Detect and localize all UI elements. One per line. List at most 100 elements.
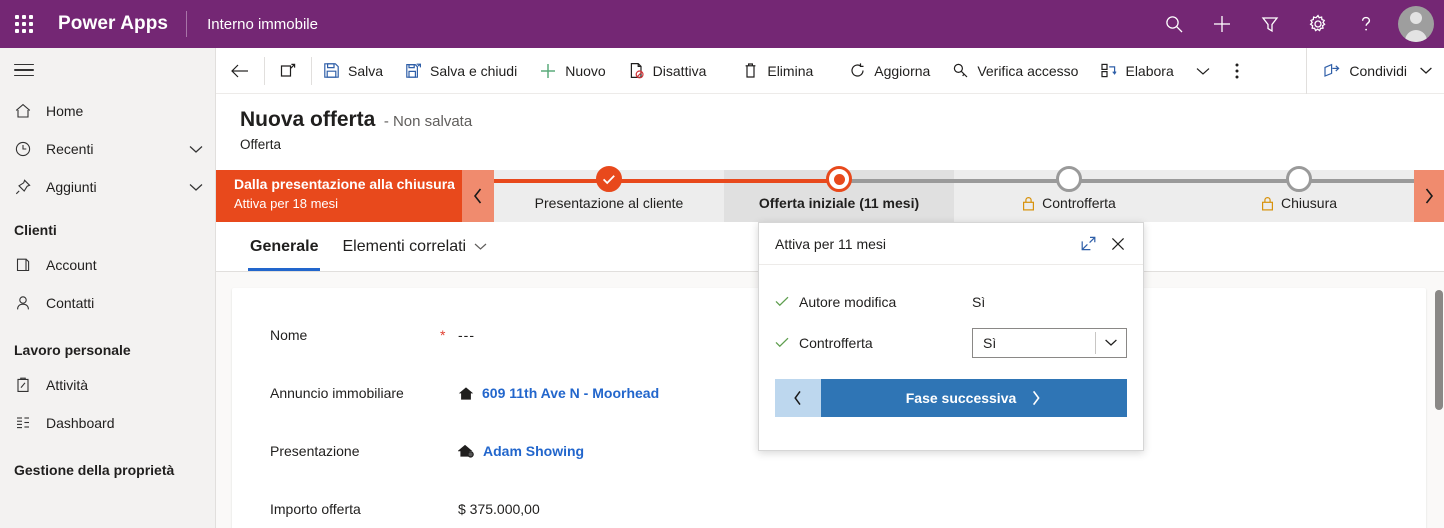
sidebar-item-label: Dashboard xyxy=(46,415,115,431)
stage-flyout-panel: Attiva per 11 mesi Autore modifica Sì Co… xyxy=(758,222,1144,451)
flyout-field-label: Controfferta xyxy=(799,334,873,351)
command-label: Elabora xyxy=(1125,62,1174,79)
field-label: Importo offerta xyxy=(270,501,361,517)
page-title-row: Nuova offerta - Non salvata xyxy=(240,108,1444,132)
process-stage-presentazione[interactable]: Presentazione al cliente xyxy=(494,166,724,222)
lock-icon xyxy=(1022,196,1035,211)
field-value[interactable]: --- xyxy=(458,327,475,343)
sidebar-item-home[interactable]: Home xyxy=(0,92,215,130)
process-chevron-button[interactable] xyxy=(1185,49,1221,93)
more-vertical-icon xyxy=(1235,62,1239,80)
share-button[interactable]: Condividi xyxy=(1307,49,1444,93)
chevron-down-icon[interactable] xyxy=(187,143,205,155)
hamburger-menu-icon[interactable] xyxy=(0,48,215,92)
field-value-link[interactable]: Adam Showing xyxy=(458,443,584,459)
task-icon xyxy=(14,376,40,394)
save-close-icon xyxy=(405,62,422,79)
sidebar-item-aggiunti[interactable]: Aggiunti xyxy=(0,168,215,206)
app-launcher-icon[interactable] xyxy=(0,0,48,48)
field-value-text: Adam Showing xyxy=(483,443,585,459)
process-stage-controfferta[interactable]: Controfferta xyxy=(954,166,1184,222)
popout-icon xyxy=(279,62,297,80)
process-flow-next-button[interactable] xyxy=(1414,170,1444,222)
help-icon[interactable] xyxy=(1342,0,1390,48)
lock-icon xyxy=(1261,196,1274,211)
share-icon xyxy=(1323,62,1341,79)
sidebar-group-gestione: Gestione della proprietà xyxy=(14,462,175,478)
key-icon xyxy=(952,62,969,79)
flyout-field-value[interactable]: Sì xyxy=(972,294,1127,310)
clock-icon xyxy=(14,140,40,158)
chevron-down-icon xyxy=(1195,66,1211,76)
page-save-status: - Non salvata xyxy=(383,113,473,130)
command-label: Salva e chiudi xyxy=(430,62,518,79)
flyout-row-controfferta: Controfferta Sì xyxy=(775,322,1127,363)
tab-label: Generale xyxy=(250,237,319,255)
process-flow-header[interactable]: Dalla presentazione alla chiusura Attiva… xyxy=(216,170,462,222)
stage-node-completed xyxy=(596,166,622,192)
command-label: Verifica accesso xyxy=(977,62,1079,79)
flyout-back-button[interactable] xyxy=(775,379,821,417)
flyout-next-stage-button[interactable]: Fase successiva xyxy=(821,379,1127,417)
gear-icon[interactable] xyxy=(1294,0,1342,48)
check-access-button[interactable]: Verifica accesso xyxy=(941,49,1089,93)
sidebar-item-label: Account xyxy=(46,257,97,273)
process-button[interactable]: Elabora xyxy=(1089,49,1184,93)
field-value-text: --- xyxy=(458,327,475,343)
field-value-link[interactable]: 609 11th Ave N - Moorhead xyxy=(458,385,659,401)
sidebar-group-clienti: Clienti xyxy=(14,222,57,238)
search-icon[interactable] xyxy=(1150,0,1198,48)
process-flow-title: Dalla presentazione alla chiusura xyxy=(234,176,455,192)
flyout-title: Attiva per 11 mesi xyxy=(775,235,887,252)
process-flow-prev-button[interactable] xyxy=(462,170,494,222)
sidebar-item-attivita[interactable]: Attività xyxy=(0,366,215,404)
flyout-field-label: Autore modifica xyxy=(799,293,897,310)
sidebar-item-dashboard[interactable]: Dashboard xyxy=(0,404,215,442)
avatar[interactable] xyxy=(1398,6,1434,42)
process-stage-offerta-iniziale[interactable]: Offerta iniziale (11 mesi) xyxy=(724,166,954,222)
process-stage-chiusura[interactable]: Chiusura xyxy=(1184,166,1414,222)
stage-label: Chiusura xyxy=(1261,195,1337,211)
overflow-menu-button[interactable] xyxy=(1221,49,1253,93)
stage-node-pending xyxy=(1286,166,1312,192)
page-title: Nuova offerta xyxy=(240,108,376,131)
app-name-label[interactable]: Interno immobile xyxy=(189,16,318,33)
field-label: Nome xyxy=(270,327,308,343)
filter-icon[interactable] xyxy=(1246,0,1294,48)
sidebar-item-account[interactable]: Account xyxy=(0,246,215,284)
deactivate-button[interactable]: Disattiva xyxy=(617,49,718,93)
tab-elementi-correlati[interactable]: Elementi correlati xyxy=(332,223,498,271)
expand-icon[interactable] xyxy=(1073,229,1103,259)
refresh-button[interactable]: Aggiorna xyxy=(838,49,941,93)
flyout-body: Autore modifica Sì Controfferta Sì Fase … xyxy=(759,265,1143,417)
popout-button[interactable] xyxy=(265,49,311,93)
scrollbar-thumb[interactable] xyxy=(1435,290,1443,410)
back-button[interactable] xyxy=(216,49,264,93)
sidebar-item-recenti[interactable]: Recenti xyxy=(0,130,215,168)
arrow-left-icon xyxy=(230,63,250,79)
refresh-icon xyxy=(849,62,866,79)
stage-label: Offerta iniziale (11 mesi) xyxy=(759,195,919,211)
business-process-flow: Dalla presentazione alla chiusura Attiva… xyxy=(216,166,1444,222)
chevron-down-icon[interactable] xyxy=(187,181,205,193)
field-value[interactable]: $ 375.000,00 xyxy=(458,501,540,517)
delete-button[interactable]: Elimina xyxy=(731,49,824,93)
controfferta-select[interactable]: Sì xyxy=(972,327,1127,358)
tab-generale[interactable]: Generale xyxy=(240,223,328,271)
stage-label: Controfferta xyxy=(1022,195,1116,211)
trash-icon xyxy=(742,62,759,79)
plus-icon[interactable] xyxy=(1198,0,1246,48)
command-label: Disattiva xyxy=(652,62,707,79)
sidebar-item-label: Contatti xyxy=(46,295,95,311)
flyout-row-autore-modifica: Autore modifica Sì xyxy=(775,281,1127,322)
stage-label-text: Chiusura xyxy=(1280,195,1338,211)
page-header: Nuova offerta - Non salvata Offerta xyxy=(216,94,1444,162)
brand-title[interactable]: Power Apps xyxy=(48,13,184,35)
sidebar-item-contatti[interactable]: Contatti xyxy=(0,284,215,322)
new-button[interactable]: Nuovo xyxy=(528,49,616,93)
brand-divider xyxy=(186,11,188,37)
showing-icon xyxy=(458,444,475,459)
save-and-close-button[interactable]: Salva e chiudi xyxy=(394,49,528,93)
close-icon[interactable] xyxy=(1103,229,1133,259)
save-button[interactable]: Salva xyxy=(312,49,394,93)
